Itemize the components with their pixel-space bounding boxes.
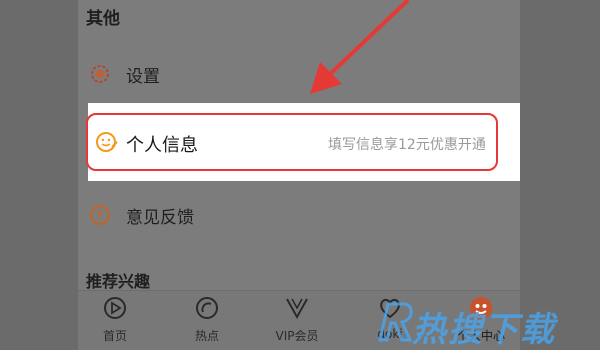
settings-row[interactable]: 设置 xyxy=(78,56,520,92)
svg-text:?: ? xyxy=(97,209,104,223)
feedback-label: 意见反馈 xyxy=(126,208,194,228)
tab-home-label: 首页 xyxy=(102,329,127,343)
vip-icon xyxy=(284,295,310,321)
settings-label: 设置 xyxy=(126,67,160,87)
personal-info-promo: 填写信息享12元优惠开通 xyxy=(328,137,486,153)
smiley-edit-icon xyxy=(95,130,119,154)
personal-info-label: 个人信息 xyxy=(126,135,198,156)
home-play-icon xyxy=(102,295,128,321)
hot-icon xyxy=(194,295,220,321)
watermark-text: 热搜下载 xyxy=(412,310,556,350)
tab-home[interactable]: 首页 xyxy=(80,295,150,347)
watermark-r-icon xyxy=(378,302,413,342)
question-icon: ? xyxy=(89,204,111,226)
tab-vip[interactable]: VIP会员 xyxy=(262,295,332,347)
recommend-section-title: 推荐兴趣 xyxy=(86,272,151,291)
personal-info-row[interactable]: 个人信息 填写信息享12元优惠开通 xyxy=(86,103,520,181)
watermark-logo: 热搜下载 xyxy=(372,294,592,350)
tab-hot[interactable]: 热点 xyxy=(172,295,242,347)
annotation-arrow xyxy=(310,0,410,94)
gear-icon xyxy=(89,63,111,85)
section-title: 其他 xyxy=(86,9,120,29)
tab-vip-label: VIP会员 xyxy=(275,329,319,343)
tab-hot-label: 热点 xyxy=(194,329,219,343)
feedback-row[interactable]: ? 意见反馈 xyxy=(78,196,520,234)
